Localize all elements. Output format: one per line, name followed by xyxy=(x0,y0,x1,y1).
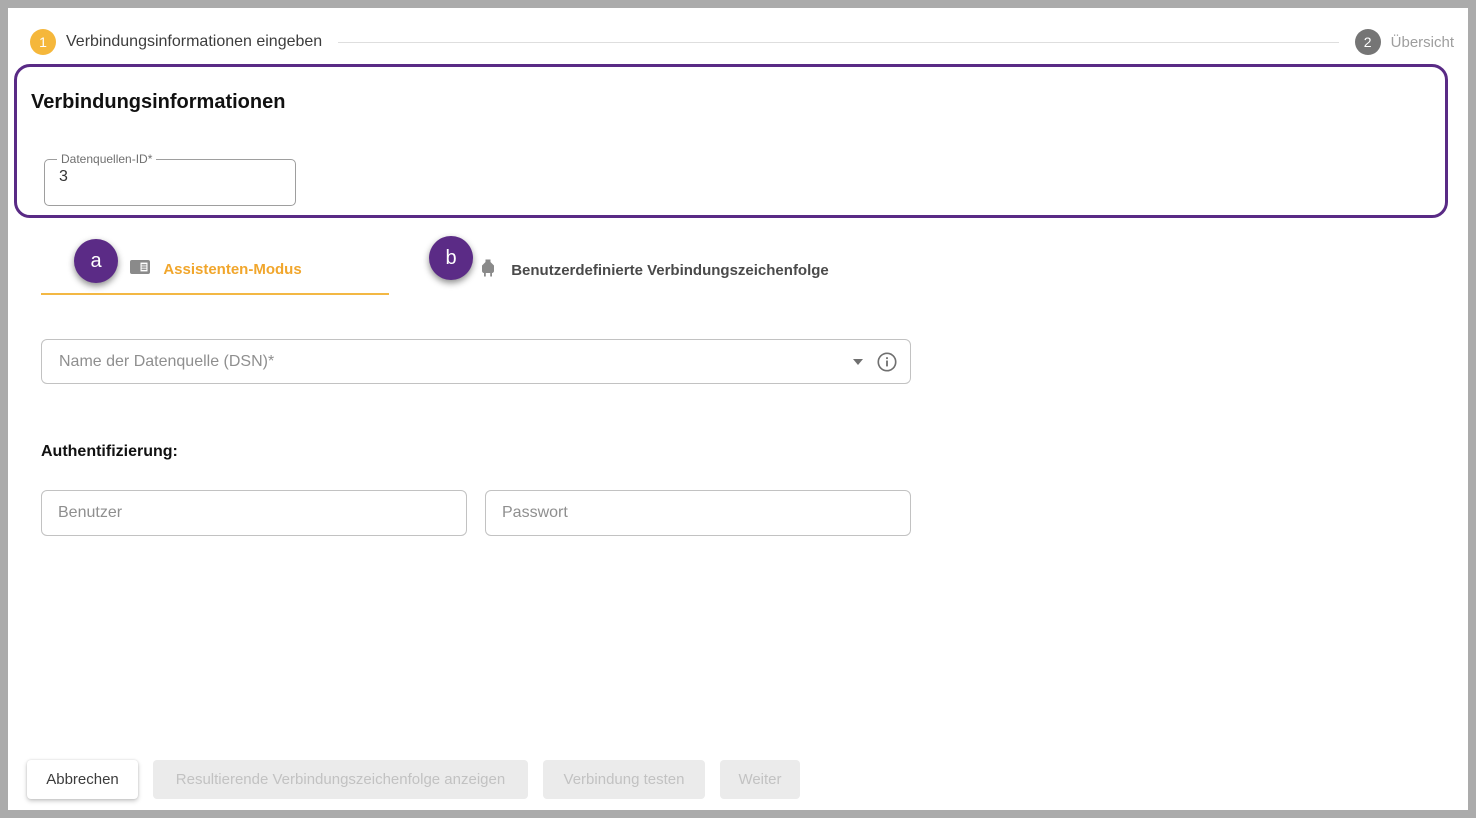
stepper-connector xyxy=(338,42,1338,43)
tab-assistant-mode-label: Assistenten-Modus xyxy=(163,261,301,278)
authentication-label: Authentifizierung: xyxy=(41,443,178,461)
test-connection-button[interactable]: Verbindung testen xyxy=(543,760,705,799)
show-connection-string-button[interactable]: Resultierende Verbindungszeichenfolge an… xyxy=(153,760,528,799)
tab-custom-connection-string[interactable]: Benutzerdefinierte Verbindungszeichenfol… xyxy=(405,245,900,295)
info-icon[interactable] xyxy=(876,351,898,373)
annotation-badge-a: a xyxy=(74,239,118,283)
next-button[interactable]: Weiter xyxy=(720,760,800,799)
stepper: 1 Verbindungsinformationen eingeben 2 Üb… xyxy=(30,29,1454,55)
cancel-button[interactable]: Abbrechen xyxy=(27,760,138,799)
panel-title: Verbindungsinformationen xyxy=(31,91,285,114)
datasource-id-field[interactable]: Datenquellen-ID* 3 xyxy=(44,152,296,206)
annotation-badge-b: b xyxy=(429,236,473,280)
step-1-circle[interactable]: 1 xyxy=(30,29,56,55)
wizard-page: 1 Verbindungsinformationen eingeben 2 Üb… xyxy=(8,8,1468,810)
plug-icon xyxy=(476,256,500,285)
chevron-down-icon[interactable] xyxy=(853,359,863,365)
tab-custom-connection-string-label: Benutzerdefinierte Verbindungszeichenfol… xyxy=(511,262,829,279)
user-input[interactable] xyxy=(41,490,467,536)
connection-info-panel: Verbindungsinformationen Datenquellen-ID… xyxy=(14,64,1448,218)
step-2-circle[interactable]: 2 xyxy=(1355,29,1381,55)
dsn-select[interactable]: Name der Datenquelle (DSN)* xyxy=(41,339,911,384)
dsn-placeholder: Name der Datenquelle (DSN)* xyxy=(59,353,853,371)
datasource-id-label: Datenquellen-ID* xyxy=(57,152,156,166)
step-1-label: Verbindungsinformationen eingeben xyxy=(66,33,322,51)
password-input[interactable] xyxy=(485,490,911,536)
step-2-label: Übersicht xyxy=(1391,34,1454,51)
datasource-id-value[interactable]: 3 xyxy=(55,166,285,186)
wizard-card-icon xyxy=(128,255,152,284)
